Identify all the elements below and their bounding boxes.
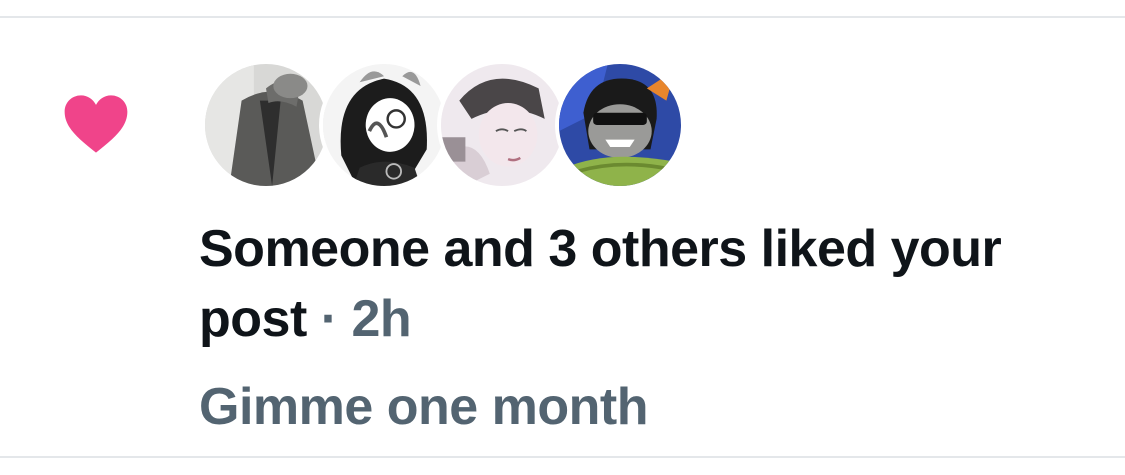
headline-text: Someone and 3 others liked your post [199,220,1002,348]
post-preview[interactable]: Gimme one month [199,372,648,442]
avatar[interactable] [201,60,331,190]
avatar-stack [201,60,701,190]
notification-headline[interactable]: Someone and 3 others liked your post · 2… [199,214,1079,354]
avatar[interactable] [555,60,685,190]
heart-icon [64,95,128,153]
separator: · [320,290,338,348]
timestamp: 2h [351,290,412,348]
bottom-divider [0,456,1125,458]
avatar[interactable] [437,60,567,190]
top-divider [0,16,1125,18]
like-notification[interactable]: Someone and 3 others liked your post · 2… [0,0,1125,475]
avatar[interactable] [319,60,449,190]
